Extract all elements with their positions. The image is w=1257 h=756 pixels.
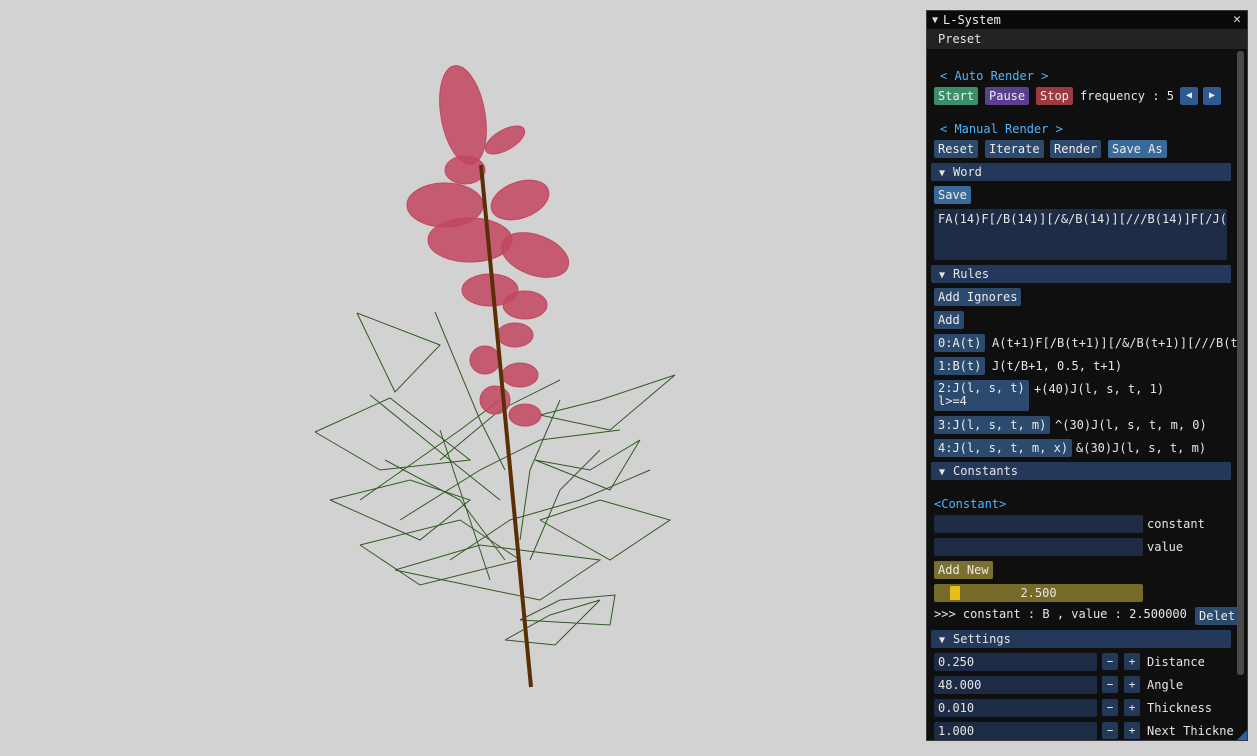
distance-minus-button[interactable]: − bbox=[1102, 653, 1118, 670]
next-thickness-plus-button[interactable]: + bbox=[1124, 722, 1140, 739]
panel-titlebar[interactable]: ▼ L-System ✕ bbox=[927, 11, 1247, 30]
constant-name-input[interactable] bbox=[934, 515, 1143, 533]
rule-key-4[interactable]: 4:J(l, s, t, m, x) bbox=[934, 439, 1073, 457]
frequency-increase-button[interactable]: ▶ bbox=[1203, 87, 1221, 105]
rule-key-2[interactable]: 2:J(l, s, t) l>=4 bbox=[934, 380, 1029, 411]
rule-value-1: J(t/B+1, 0.5, t+1) bbox=[992, 359, 1123, 373]
rule-key-2-condition: l>=4 bbox=[938, 394, 967, 408]
add-new-constant-button[interactable]: Add New bbox=[934, 561, 993, 579]
angle-label: Angle bbox=[1147, 678, 1184, 692]
word-save-button[interactable]: Save bbox=[934, 186, 971, 204]
rules-header[interactable]: ▼ Rules bbox=[931, 265, 1231, 283]
rule-value-2: +(40)J(l, s, t, 1) bbox=[1034, 382, 1165, 396]
constant-slider[interactable]: 2.500 bbox=[934, 584, 1143, 602]
slider-value: 2.500 bbox=[1020, 586, 1057, 600]
add-rule-button[interactable]: Add bbox=[934, 311, 964, 329]
pause-button[interactable]: Pause bbox=[985, 87, 1030, 105]
constant-section-label: <Constant> bbox=[934, 497, 1007, 511]
save-as-button[interactable]: Save As bbox=[1108, 140, 1167, 158]
angle-input[interactable]: 48.000 bbox=[934, 676, 1097, 694]
settings-collapse-icon: ▼ bbox=[938, 635, 946, 646]
menu-bar: Preset bbox=[927, 30, 1247, 49]
auto-render-label: < Auto Render > bbox=[940, 69, 1049, 83]
plant-render bbox=[314, 65, 676, 688]
frequency-text: frequency : 5 bbox=[1080, 89, 1174, 103]
distance-plus-button[interactable]: + bbox=[1124, 653, 1140, 670]
angle-minus-button[interactable]: − bbox=[1102, 676, 1118, 693]
constant-entry-text: >>> constant : B , value : 2.500000 bbox=[934, 607, 1187, 621]
word-header-label: Word bbox=[953, 165, 982, 179]
settings-header[interactable]: ▼ Settings bbox=[931, 630, 1231, 648]
reset-button[interactable]: Reset bbox=[934, 140, 979, 158]
next-thickness-minus-button[interactable]: − bbox=[1102, 722, 1118, 739]
distance-input[interactable]: 0.250 bbox=[934, 653, 1097, 671]
add-ignores-button[interactable]: Add Ignores bbox=[934, 288, 1022, 306]
distance-label: Distance bbox=[1147, 655, 1205, 669]
word-value: FA(14)F[/B(14)][/&/B(14)][///B(14)]F[/J(… bbox=[938, 212, 1227, 226]
panel-title: L-System bbox=[943, 13, 1001, 27]
constants-header[interactable]: ▼ Constants bbox=[931, 462, 1231, 480]
resize-grip-icon[interactable] bbox=[1237, 730, 1247, 740]
manual-render-label: < Manual Render > bbox=[940, 122, 1063, 136]
rule-key-1[interactable]: 1:B(t) bbox=[934, 357, 986, 375]
rules-header-label: Rules bbox=[953, 267, 990, 281]
close-icon[interactable]: ✕ bbox=[1233, 12, 1241, 27]
iterate-button[interactable]: Iterate bbox=[985, 140, 1044, 158]
word-header[interactable]: ▼ Word bbox=[931, 163, 1231, 181]
thickness-plus-button[interactable]: + bbox=[1124, 699, 1140, 716]
next-thickness-label: Next Thickne bbox=[1147, 724, 1234, 738]
lsystem-panel: ▼ L-System ✕ Preset < Auto Render > Star… bbox=[926, 10, 1248, 741]
constant-name-label: constant bbox=[1147, 517, 1205, 531]
stop-button[interactable]: Stop bbox=[1036, 87, 1073, 105]
next-thickness-input[interactable]: 1.000 bbox=[934, 722, 1097, 740]
word-textarea[interactable]: FA(14)F[/B(14)][/&/B(14)][///B(14)]F[/J(… bbox=[934, 209, 1227, 260]
collapse-arrow-icon[interactable]: ▼ bbox=[927, 15, 943, 26]
thickness-minus-button[interactable]: − bbox=[1102, 699, 1118, 716]
angle-plus-button[interactable]: + bbox=[1124, 676, 1140, 693]
start-button[interactable]: Start bbox=[934, 87, 979, 105]
panel-scrollbar-thumb[interactable] bbox=[1237, 51, 1244, 675]
frequency-decrease-button[interactable]: ◀ bbox=[1180, 87, 1198, 105]
menu-preset[interactable]: Preset bbox=[938, 32, 981, 46]
thickness-input[interactable]: 0.010 bbox=[934, 699, 1097, 717]
thickness-label: Thickness bbox=[1147, 701, 1213, 715]
constant-value-label: value bbox=[1147, 540, 1184, 554]
rule-value-3: ^(30)J(l, s, t, m, 0) bbox=[1055, 418, 1207, 432]
rules-collapse-icon: ▼ bbox=[938, 270, 946, 281]
rule-key-0[interactable]: 0:A(t) bbox=[934, 334, 986, 352]
render-button[interactable]: Render bbox=[1050, 140, 1102, 158]
render-viewport[interactable] bbox=[0, 0, 925, 753]
flowers-wireframe bbox=[406, 65, 570, 427]
constants-header-label: Constants bbox=[953, 464, 1019, 478]
word-collapse-icon: ▼ bbox=[938, 168, 946, 179]
settings-header-label: Settings bbox=[953, 632, 1011, 646]
constants-collapse-icon: ▼ bbox=[938, 467, 946, 478]
delete-constant-button[interactable]: Delet bbox=[1195, 607, 1239, 625]
rule-key-3[interactable]: 3:J(l, s, t, m) bbox=[934, 416, 1051, 434]
rule-value-0: A(t+1)F[/B(t+1)][/&/B(t+1)][///B(t bbox=[992, 336, 1238, 350]
rule-value-4: &(30)J(l, s, t, m) bbox=[1076, 441, 1207, 455]
constant-value-input[interactable] bbox=[934, 538, 1143, 556]
